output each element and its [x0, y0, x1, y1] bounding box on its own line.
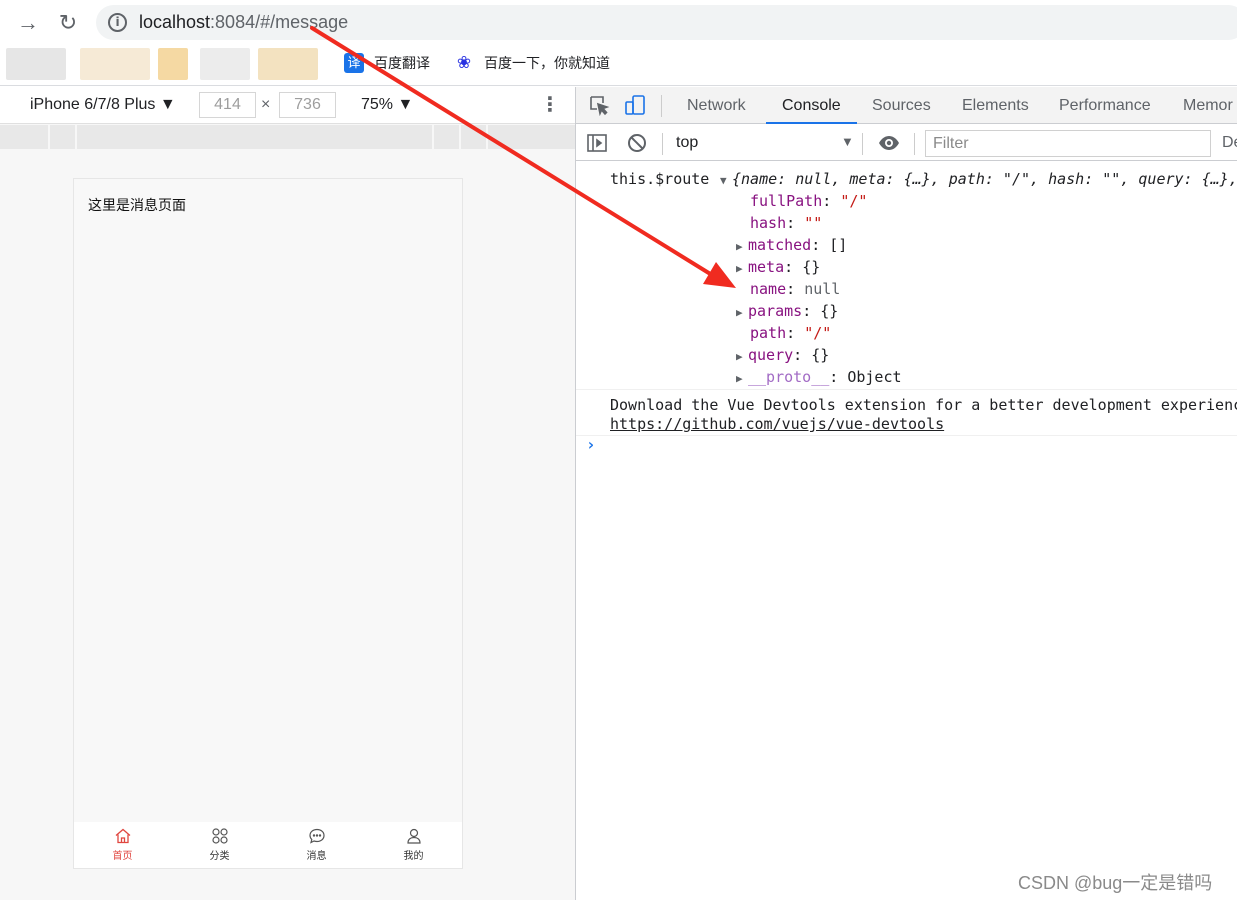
zoom-select[interactable]: 75% ▼: [361, 96, 413, 114]
home-icon: [115, 828, 130, 844]
bookmark-label: 百度一下，你就知道: [484, 55, 610, 71]
device-select[interactable]: iPhone 6/7/8 Plus ▼: [30, 96, 176, 114]
tab-label: 我的: [403, 851, 424, 862]
reload-icon[interactable]: ↻: [54, 9, 82, 37]
bookmarks-bar: 译 百度翻译 ❀ 百度一下，你就知道: [0, 46, 1237, 86]
device-toggle-icon[interactable]: [624, 94, 646, 116]
bookmark-label: 百度翻译: [374, 55, 430, 71]
prop-row[interactable]: fullPath: "/": [750, 190, 867, 212]
blurred-bookmark[interactable]: [80, 48, 150, 80]
prop-row[interactable]: path: "/": [750, 322, 831, 344]
expand-triangle-icon[interactable]: ▶: [736, 236, 748, 258]
tab-label: 分类: [209, 851, 230, 862]
console-toolbar: top ▼ Filter De: [576, 125, 1237, 161]
tab-performance[interactable]: Performance: [1059, 87, 1151, 124]
expand-triangle-icon[interactable]: ▶: [736, 368, 748, 390]
console-output: this.$route ▼ {name: null, meta: {…}, pat…: [576, 162, 1237, 454]
more-options-icon[interactable]: ⋮: [540, 92, 560, 118]
tab-label: 首页: [112, 851, 133, 862]
translate-icon: 译: [344, 53, 364, 73]
profile-icon: [406, 828, 421, 844]
prop-row[interactable]: ▶ matched: []: [736, 234, 847, 258]
device-emulation-pane: iPhone 6/7/8 Plus ▼ 414 × 736 75% ▼ ⋮ 这里…: [0, 87, 575, 900]
devtools-panel: Network Console Sources Elements Perform…: [575, 87, 1237, 900]
expand-triangle-icon[interactable]: ▶: [736, 302, 748, 324]
tab-home[interactable]: 首页: [74, 822, 171, 868]
filter-placeholder: Filter: [933, 135, 969, 152]
tab-network[interactable]: Network: [687, 87, 746, 124]
expand-triangle-icon[interactable]: ▶: [736, 346, 748, 368]
blurred-bookmark[interactable]: [200, 48, 250, 80]
prop-row[interactable]: ▶ query: {}: [736, 344, 829, 368]
default-levels-select[interactable]: De: [1222, 134, 1237, 152]
vue-devtools-link[interactable]: https://github.com/vuejs/vue-devtools: [610, 413, 944, 435]
prop-row[interactable]: name: null: [750, 278, 840, 300]
message-icon: [308, 828, 325, 844]
inspect-element-icon[interactable]: [588, 94, 610, 116]
console-filter-input[interactable]: Filter: [925, 130, 1211, 157]
dropdown-arrow-icon[interactable]: ▼: [841, 134, 854, 149]
collapse-triangle-icon[interactable]: ▼: [720, 170, 732, 192]
console-prompt[interactable]: ›: [586, 434, 596, 456]
csdn-watermark: CSDN @bug一定是错吗: [1018, 873, 1213, 893]
blurred-bookmark[interactable]: [158, 48, 188, 80]
browser-address-row: → ↻ i localhost:8084/#/message: [0, 0, 1237, 46]
prop-row[interactable]: ▶ __proto__: Object: [736, 366, 902, 390]
route-object-summary[interactable]: ▼ {name: null, meta: {…}, path: "/", hash…: [720, 168, 1237, 192]
forward-icon[interactable]: →: [14, 9, 42, 37]
tab-category[interactable]: 分类: [171, 822, 268, 868]
baidu-paw-icon: ❀: [456, 53, 472, 72]
console-entry-vue-devtools: Download the Vue Devtools extension for …: [576, 390, 1237, 436]
category-icon: [211, 828, 228, 844]
route-expression: this.$route: [610, 170, 710, 188]
tab-label: 消息: [306, 851, 327, 862]
tab-sources[interactable]: Sources: [872, 87, 931, 124]
media-query-ruler[interactable]: [0, 125, 575, 149]
tab-console[interactable]: Console: [766, 87, 857, 124]
console-entry-route: this.$route ▼ {name: null, meta: {…}, pat…: [576, 162, 1237, 390]
toolbar-divider: [662, 133, 663, 155]
toolbar-divider: [862, 133, 863, 155]
blurred-bookmark[interactable]: [258, 48, 318, 80]
bottom-tab-bar: 首页 分类 消息 我的: [74, 822, 462, 868]
live-expression-eye-icon[interactable]: [878, 132, 900, 154]
prop-row[interactable]: hash: "": [750, 212, 822, 234]
device-toolbar: iPhone 6/7/8 Plus ▼ 414 × 736 75% ▼ ⋮: [0, 87, 575, 124]
url-text[interactable]: localhost:8084/#/message: [139, 11, 348, 33]
expand-triangle-icon[interactable]: ▶: [736, 258, 748, 280]
tab-profile[interactable]: 我的: [365, 822, 462, 868]
toolbar-divider: [661, 95, 662, 117]
clear-console-icon[interactable]: [626, 132, 648, 154]
tab-message[interactable]: 消息: [268, 822, 365, 868]
tab-elements[interactable]: Elements: [962, 87, 1029, 124]
toolbar-divider: [914, 133, 915, 155]
site-info-icon[interactable]: i: [108, 13, 127, 32]
url-path: :8084/#/message: [210, 12, 349, 32]
context-select[interactable]: top: [676, 134, 698, 152]
tab-memory[interactable]: Memor: [1183, 87, 1233, 124]
prop-row[interactable]: ▶ params: {}: [736, 300, 838, 324]
bookmark-baidu-translate[interactable]: 译 百度翻译: [344, 52, 430, 74]
prop-row[interactable]: ▶ meta: {}: [736, 256, 820, 280]
dimension-separator: ×: [261, 96, 271, 113]
devtools-tab-strip: Network Console Sources Elements Perform…: [576, 87, 1237, 124]
bookmark-baidu[interactable]: ❀ 百度一下，你就知道: [454, 52, 610, 74]
height-input[interactable]: 736: [279, 92, 336, 118]
emulated-viewport: 这里是消息页面 首页 分类 消息 我的: [73, 178, 463, 869]
blurred-bookmark[interactable]: [6, 48, 66, 80]
url-host: localhost: [139, 12, 211, 32]
sidebar-toggle-icon[interactable]: [586, 132, 608, 154]
address-bar[interactable]: i localhost:8084/#/message: [96, 5, 1237, 40]
width-input[interactable]: 414: [199, 92, 256, 118]
message-page-text: 这里是消息页面: [88, 197, 186, 213]
